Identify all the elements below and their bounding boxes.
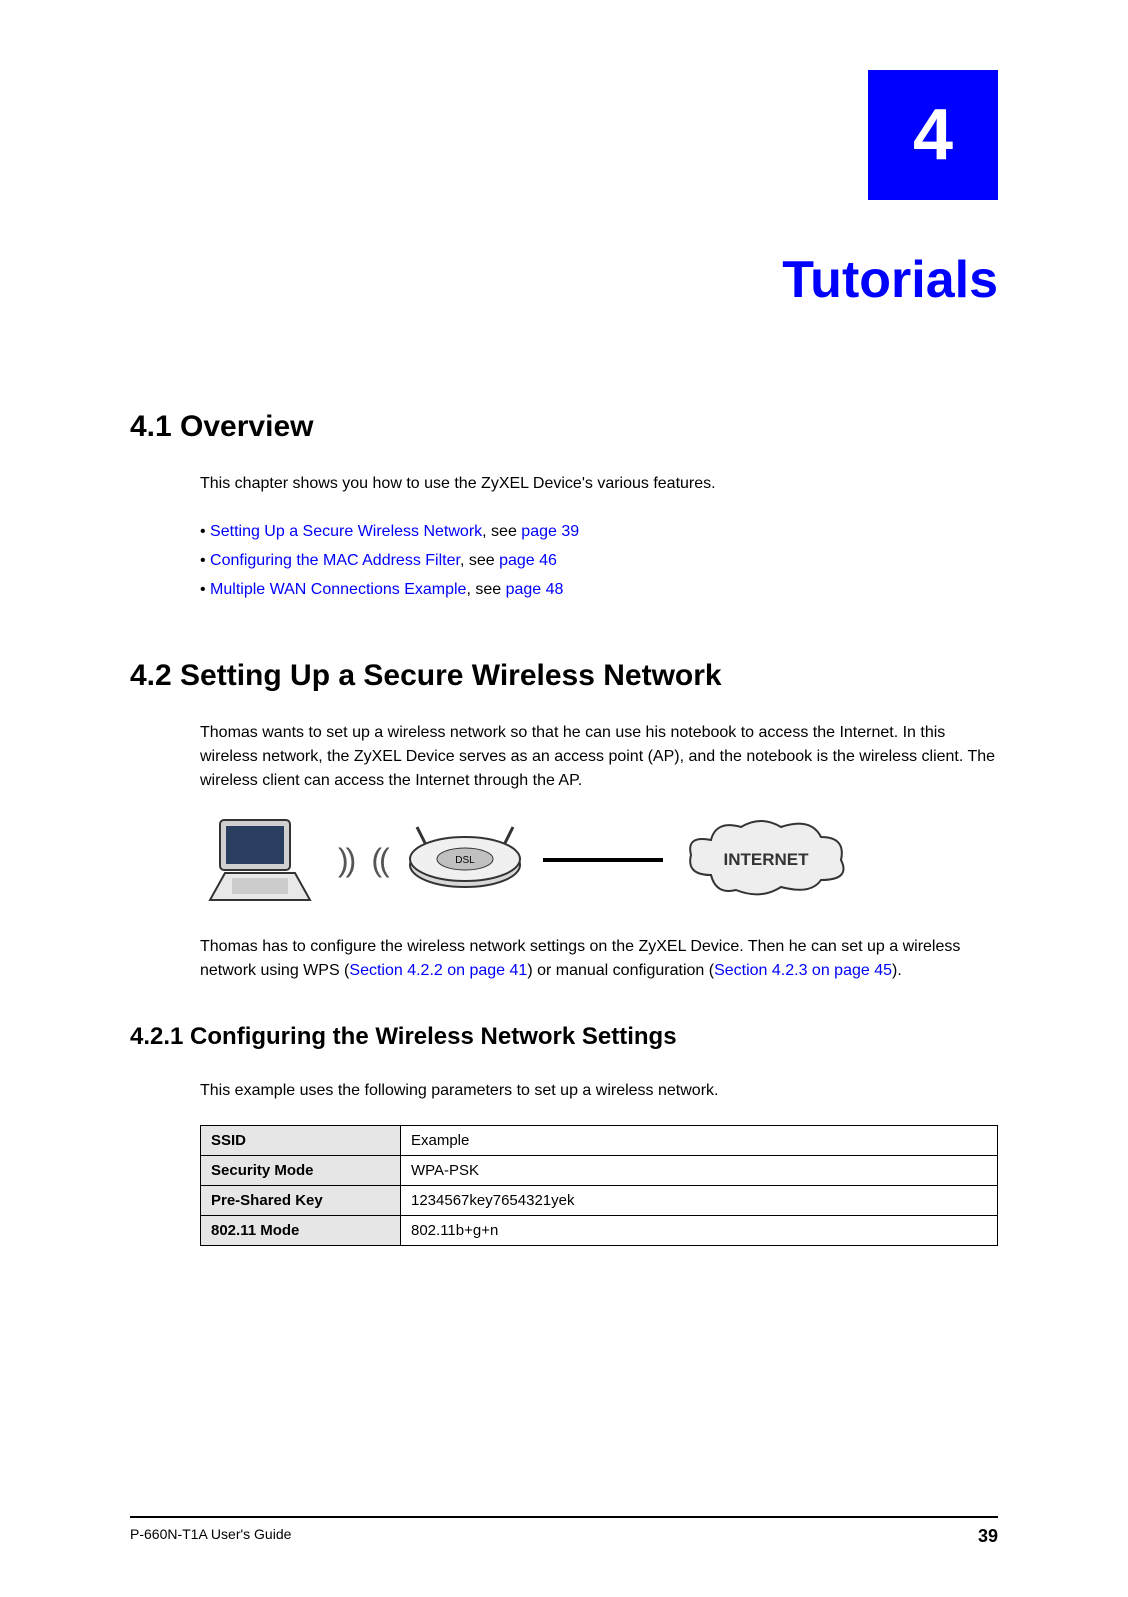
wifi-signal-out-icon: )) [338, 842, 353, 879]
link-section-4-2-2[interactable]: Section 4.2.2 on page 41 [349, 962, 527, 979]
param-name: SSID [201, 1126, 401, 1156]
overview-bullet-list: Setting Up a Secure Wireless Network, se… [200, 518, 998, 604]
internet-cloud-icon: INTERNET [681, 815, 851, 905]
param-name: Security Mode [201, 1156, 401, 1186]
table-row: Pre-Shared Key 1234567key7654321yek [201, 1186, 998, 1216]
footer-page-number: 39 [978, 1526, 998, 1547]
document-page: 4 Tutorials 4.1 Overview This chapter sh… [0, 0, 1128, 1597]
bullet-mid: , see [482, 523, 521, 540]
link-page-48[interactable]: page 48 [506, 581, 564, 598]
list-item: Setting Up a Secure Wireless Network, se… [200, 518, 998, 547]
bullet-mid: , see [466, 581, 505, 598]
list-item: Configuring the MAC Address Filter, see … [200, 547, 998, 576]
link-page-46[interactable]: page 46 [499, 552, 557, 569]
link-secure-wireless[interactable]: Setting Up a Secure Wireless Network [210, 523, 482, 540]
wireless-params-table: SSID Example Security Mode WPA-PSK Pre-S… [200, 1125, 998, 1246]
param-name: 802.11 Mode [201, 1216, 401, 1246]
section-setup-heading: 4.2 Setting Up a Secure Wireless Network [130, 659, 998, 693]
table-row: SSID Example [201, 1126, 998, 1156]
content-area: 4.1 Overview This chapter shows you how … [130, 410, 998, 1246]
chapter-number: 4 [913, 94, 953, 176]
overview-intro: This chapter shows you how to use the Zy… [200, 472, 998, 496]
section-overview-heading: 4.1 Overview [130, 410, 998, 444]
param-value: 802.11b+g+n [401, 1216, 998, 1246]
param-name: Pre-Shared Key [201, 1186, 401, 1216]
dsl-label: DSL [455, 855, 475, 866]
page-footer: P-660N-T1A User's Guide 39 [130, 1516, 998, 1547]
setup-para-2: Thomas has to configure the wireless net… [200, 935, 998, 983]
chapter-title: Tutorials [130, 250, 998, 310]
section-config-heading: 4.2.1 Configuring the Wireless Network S… [130, 1023, 998, 1051]
link-section-4-2-3[interactable]: Section 4.2.3 on page 45 [714, 962, 892, 979]
wifi-signal-in-icon: (( [371, 842, 386, 879]
link-multiple-wan[interactable]: Multiple WAN Connections Example [210, 581, 466, 598]
table-row: Security Mode WPA-PSK [201, 1156, 998, 1186]
router-icon: DSL [405, 825, 525, 895]
param-value: Example [401, 1126, 998, 1156]
internet-label: INTERNET [723, 850, 809, 869]
setup-p2-post: ). [892, 962, 902, 979]
config-intro: This example uses the following paramete… [200, 1079, 998, 1103]
param-value: 1234567key7654321yek [401, 1186, 998, 1216]
link-page-39[interactable]: page 39 [521, 523, 579, 540]
chapter-number-block: 4 [130, 70, 998, 200]
link-mac-filter[interactable]: Configuring the MAC Address Filter [210, 552, 460, 569]
table-row: 802.11 Mode 802.11b+g+n [201, 1216, 998, 1246]
setup-p2-mid: ) or manual configuration ( [527, 962, 714, 979]
ethernet-wire-icon [543, 858, 663, 862]
laptop-icon [200, 815, 320, 905]
param-value: WPA-PSK [401, 1156, 998, 1186]
network-diagram: )) (( DSL INTERNET [200, 815, 998, 905]
footer-guide-name: P-660N-T1A User's Guide [130, 1526, 291, 1547]
chapter-number-box: 4 [868, 70, 998, 200]
setup-para-1: Thomas wants to set up a wireless networ… [200, 721, 998, 793]
list-item: Multiple WAN Connections Example, see pa… [200, 576, 998, 605]
bullet-mid: , see [460, 552, 499, 569]
